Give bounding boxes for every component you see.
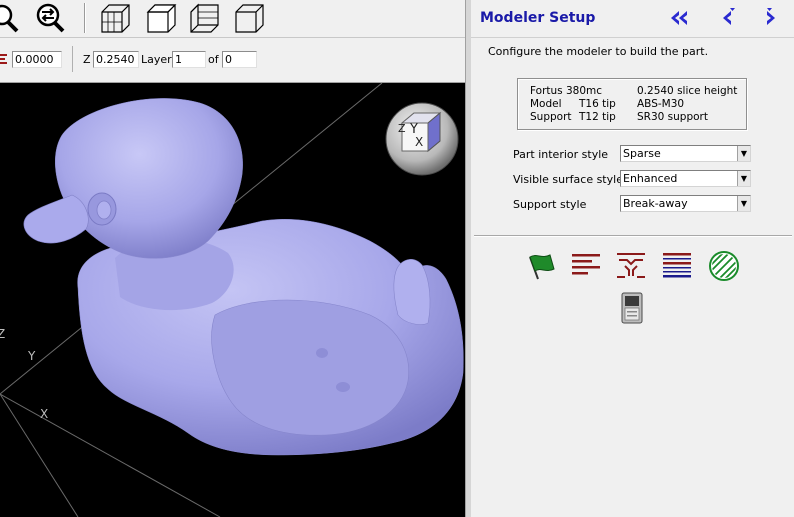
chevron-down-icon[interactable]: ▼ <box>737 171 750 186</box>
slice-height: 0.2540 slice height <box>637 85 738 97</box>
raster-toolpath-icon[interactable] <box>661 249 695 283</box>
duck-beak <box>23 194 89 244</box>
top-view-icon[interactable] <box>145 2 177 34</box>
visible-surface-value: Enhanced <box>623 172 678 185</box>
part-interior-label: Part interior style <box>513 148 609 161</box>
side-view-icon[interactable] <box>188 2 220 34</box>
fill-pattern-icon[interactable] <box>707 249 741 283</box>
modeler-setup-panel: Modeler Setup Configure the modeler to b… <box>471 0 794 517</box>
panel-title: Modeler Setup <box>480 10 596 26</box>
visible-surface-label: Visible surface style <box>513 173 623 186</box>
zoom-swap-icon[interactable] <box>34 2 66 34</box>
support-material: SR30 support <box>637 111 708 123</box>
layer-count-field[interactable]: 0 <box>222 51 257 68</box>
support-toolpath-icon[interactable] <box>615 249 649 283</box>
visible-surface-select[interactable]: Enhanced ▼ <box>620 170 751 187</box>
contour-toolpath-icon[interactable] <box>570 249 604 283</box>
view-toolbar <box>0 0 467 38</box>
y-axis-label: Y <box>27 349 36 363</box>
part-interior-value: Sparse <box>623 147 661 160</box>
of-label: of <box>208 53 219 66</box>
x-axis-label: X <box>40 407 48 421</box>
model-label: Model <box>530 98 562 110</box>
settings-divider <box>474 235 792 237</box>
modeler-device-icon[interactable] <box>615 291 649 325</box>
3d-viewport[interactable]: X Y Z Z Y X <box>0 83 465 517</box>
part-interior-select[interactable]: Sparse ▼ <box>620 145 751 162</box>
z-label: Z <box>83 53 91 66</box>
modeler-name: Fortus 380mc <box>530 85 603 97</box>
support-tip: T12 tip <box>579 111 616 123</box>
flag-icon[interactable] <box>524 249 558 283</box>
slice-bar: 0.0000 Z 0.2540 Layer 1 of 0 <box>0 38 467 83</box>
model-tip: T16 tip <box>579 98 616 110</box>
z-height-field[interactable]: 0.2540 <box>93 51 139 68</box>
support-style-value: Break-away <box>623 197 688 210</box>
support-style-label: Support style <box>513 198 587 211</box>
modeler-info-box: Fortus 380mc 0.2540 slice height Model T… <box>517 78 747 130</box>
layer-list-icon <box>0 51 8 67</box>
slicebar-separator <box>72 46 73 72</box>
z-axis-label: Z <box>0 327 5 341</box>
offset-field[interactable]: 0.0000 <box>12 51 62 68</box>
iso-view-icon[interactable] <box>233 2 265 34</box>
model-material: ABS-M30 <box>637 98 685 110</box>
chevron-down-icon[interactable]: ▼ <box>737 146 750 161</box>
navigation-cube[interactable]: Z Y X <box>384 101 460 177</box>
first-step-icon[interactable] <box>668 8 690 28</box>
cube-z-label: Z <box>398 122 406 135</box>
next-step-icon[interactable] <box>760 8 782 28</box>
chevron-down-icon[interactable]: ▼ <box>737 196 750 211</box>
panel-description: Configure the modeler to build the part. <box>488 45 709 58</box>
cube-x-label: X <box>415 135 423 149</box>
zoom-icon[interactable] <box>0 2 20 34</box>
support-style-select[interactable]: Break-away ▼ <box>620 195 751 212</box>
layer-label: Layer <box>141 53 172 66</box>
title-divider <box>471 37 794 38</box>
front-view-icon[interactable] <box>99 2 131 34</box>
previous-step-icon[interactable] <box>718 8 740 28</box>
support-label: Support <box>530 111 572 123</box>
layer-field[interactable]: 1 <box>172 51 206 68</box>
toolbar-separator <box>84 3 86 33</box>
